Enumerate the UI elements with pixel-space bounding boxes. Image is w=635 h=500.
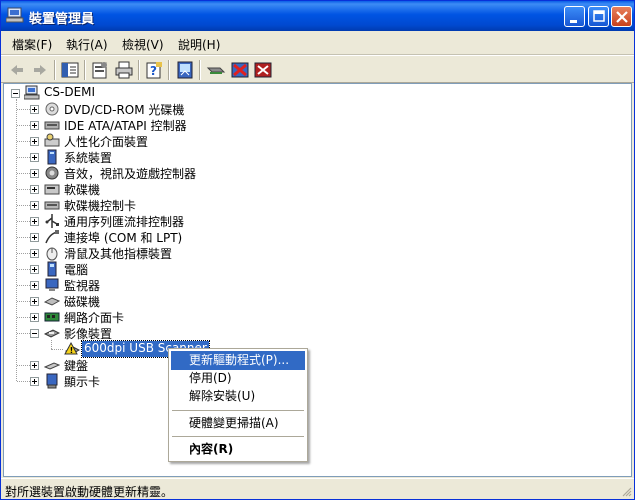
expand-toggle[interactable] — [30, 281, 39, 290]
expand-toggle[interactable] — [30, 121, 39, 130]
tree-category-label: 網路介面卡 — [64, 311, 125, 325]
expand-toggle[interactable] — [30, 377, 39, 386]
expand-toggle[interactable] — [30, 169, 39, 178]
keyboard-icon — [44, 362, 60, 370]
floppy-controller-icon — [44, 201, 60, 210]
scanner-warning-icon: ! — [64, 341, 80, 355]
tree-category-label: 電腦 — [64, 263, 89, 277]
resize-grip-icon[interactable] — [620, 485, 632, 497]
collapse-toggle[interactable] — [30, 329, 39, 338]
scan-hardware-icon[interactable] — [175, 60, 195, 80]
close-icon — [616, 11, 628, 23]
update-driver-icon[interactable] — [206, 60, 226, 80]
help-icon[interactable]: ? — [144, 60, 164, 80]
expand-toggle[interactable] — [30, 185, 39, 194]
print-icon[interactable] — [114, 60, 134, 80]
expand-toggle[interactable] — [30, 265, 39, 274]
tree-category-label: 監視器 — [64, 279, 101, 293]
port-icon — [45, 230, 59, 244]
hid-icon — [44, 133, 60, 147]
svg-text:?: ? — [150, 64, 157, 78]
disable-icon[interactable] — [230, 60, 250, 80]
minimize-icon — [570, 20, 577, 23]
uninstall-icon[interactable] — [253, 60, 273, 80]
context-update-driver[interactable]: 更新驅動程式(P)... — [171, 351, 305, 370]
display-adapter-icon — [46, 373, 58, 389]
tree-category-label: 軟碟機 — [64, 183, 101, 197]
cdrom-icon — [45, 102, 59, 116]
device-tree-pane[interactable]: CS-DEMI DVD/CD-ROM 光碟機 IDE ATA/ATAPI 控制器… — [3, 83, 632, 477]
properties-icon[interactable] — [90, 60, 110, 80]
tree-category-label: 系統裝置 — [64, 151, 113, 165]
tree-category-label: 軟碟機控制卡 — [64, 199, 137, 213]
tree-category-label: 磁碟機 — [64, 295, 101, 309]
expand-toggle[interactable] — [30, 105, 39, 114]
status-bar: 對所選裝置啟動硬體更新精靈。 — [1, 478, 634, 499]
context-uninstall[interactable]: 解除安裝(U) — [171, 387, 305, 406]
menu-bar: 檔案(F) 執行(A) 檢視(V) 說明(H) — [1, 31, 634, 55]
menu-file[interactable]: 檔案(F) — [12, 36, 52, 53]
tree-category-label: 顯示卡 — [64, 375, 101, 389]
root-collapse-toggle[interactable] — [11, 89, 20, 98]
expand-toggle[interactable] — [30, 361, 39, 370]
menu-action[interactable]: 執行(A) — [66, 36, 108, 53]
maximize-button[interactable] — [588, 6, 609, 27]
window-title: 裝置管理員 — [29, 12, 95, 27]
minimize-button[interactable] — [564, 6, 585, 27]
expand-toggle[interactable] — [30, 153, 39, 162]
computer-icon — [47, 261, 57, 277]
disk-drive-icon — [44, 297, 60, 306]
context-properties[interactable]: 內容(R) — [171, 440, 305, 459]
monitor-icon — [45, 278, 59, 291]
floppy-drive-icon — [44, 184, 60, 195]
expand-toggle[interactable] — [30, 297, 39, 306]
menu-help[interactable]: 說明(H) — [178, 36, 220, 53]
expand-toggle[interactable] — [30, 137, 39, 146]
computer-root-icon — [24, 85, 40, 100]
context-scan-hardware[interactable]: 硬體變更掃描(A) — [171, 414, 305, 433]
menu-view[interactable]: 檢視(V) — [122, 36, 164, 53]
expand-toggle[interactable] — [30, 217, 39, 226]
tree-category-label: 音效，視訊及遊戲控制器 — [64, 167, 197, 181]
tree-category-label: 鍵盤 — [64, 359, 89, 373]
device-manager-window: 裝置管理員 檔案(F) 執行(A) 檢視(V) 說明(H) ? CS-DEMI … — [0, 0, 635, 500]
tree-category-label: 影像裝置 — [64, 327, 113, 341]
imaging-device-icon — [44, 329, 60, 338]
status-text: 對所選裝置啟動硬體更新精靈。 — [5, 485, 174, 499]
usb-icon — [45, 214, 59, 228]
context-menu: 更新驅動程式(P)... 停用(D) 解除安裝(U) 硬體變更掃描(A) 內容(… — [168, 348, 308, 462]
tree-category-label: 通用序列匯流排控制器 — [64, 215, 185, 229]
tree-category-label: 連接埠 (COM 和 LPT) — [64, 231, 183, 245]
expand-toggle[interactable] — [30, 233, 39, 242]
toolbar: ? — [1, 55, 634, 83]
tree-category-label: IDE ATA/ATAPI 控制器 — [64, 119, 187, 133]
forward-icon[interactable] — [30, 60, 50, 80]
system-device-icon — [47, 149, 57, 165]
svg-text:!: ! — [70, 346, 74, 355]
mouse-icon — [46, 247, 58, 261]
tree-category-label: 滑鼠及其他指標裝置 — [64, 247, 173, 261]
ide-controller-icon — [44, 121, 60, 130]
expand-toggle[interactable] — [30, 249, 39, 258]
expand-toggle[interactable] — [30, 313, 39, 322]
device-manager-icon — [6, 7, 24, 23]
tree-category-label: 人性化介面裝置 — [64, 135, 149, 149]
tree-category-label: DVD/CD-ROM 光碟機 — [64, 103, 185, 117]
back-icon[interactable] — [7, 60, 27, 80]
close-button[interactable] — [611, 6, 632, 27]
expand-toggle[interactable] — [30, 201, 39, 210]
tree-root-label[interactable]: CS-DEMI — [44, 85, 95, 101]
show-hide-console-tree-icon[interactable] — [60, 60, 80, 80]
sound-icon — [45, 166, 59, 180]
network-adapter-icon — [44, 312, 60, 322]
maximize-icon — [593, 10, 605, 22]
title-bar[interactable]: 裝置管理員 — [1, 1, 634, 31]
context-disable[interactable]: 停用(D) — [171, 369, 305, 388]
